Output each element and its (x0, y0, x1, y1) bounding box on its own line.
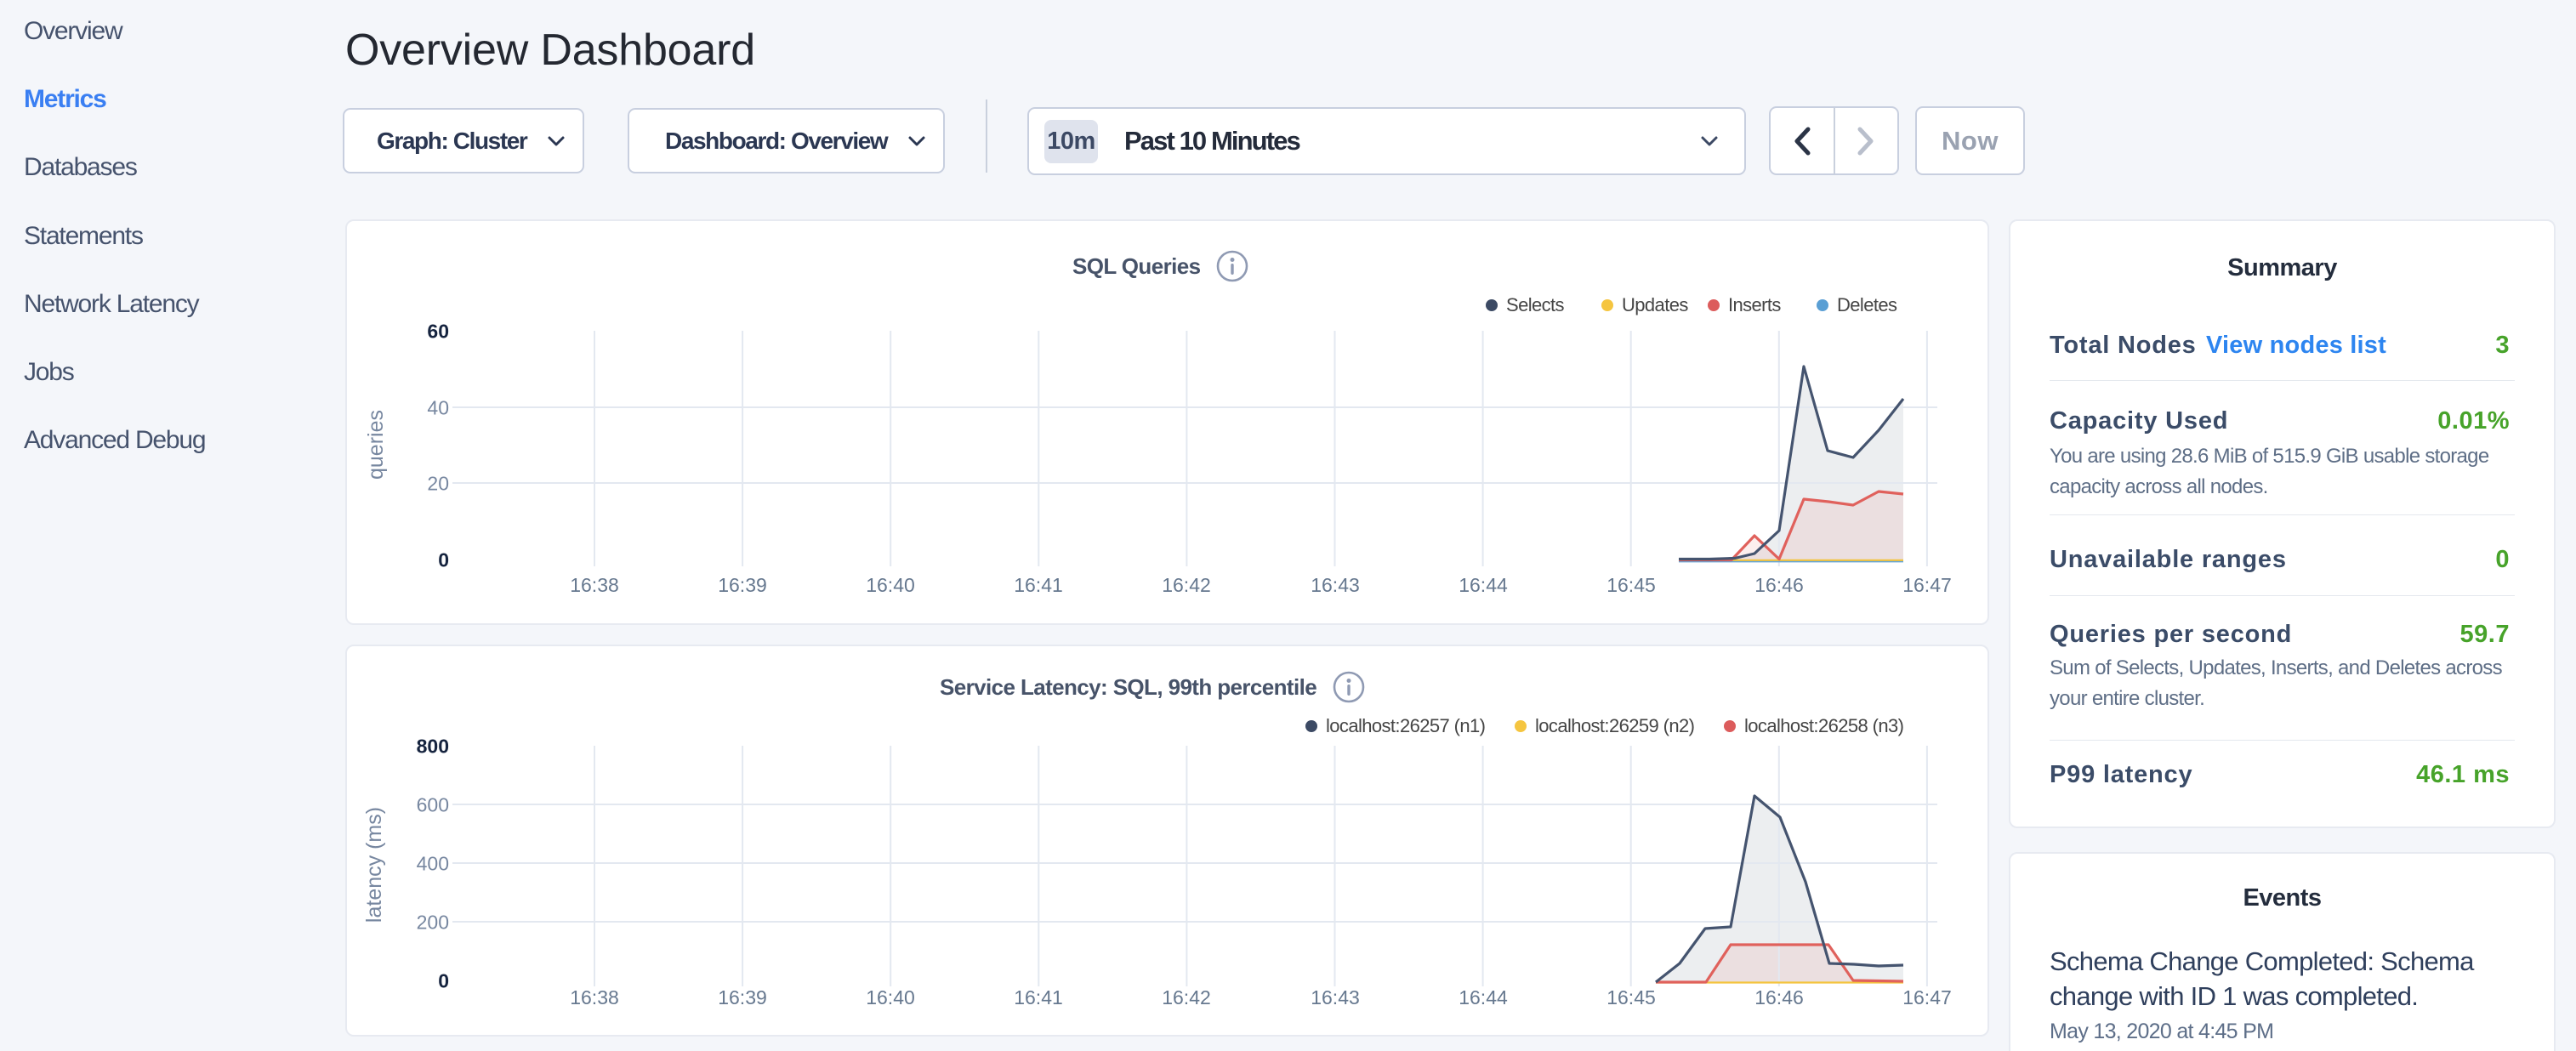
svg-text:16:45: 16:45 (1606, 574, 1656, 596)
svg-text:200: 200 (417, 912, 449, 934)
svg-text:16:42: 16:42 (1162, 986, 1211, 1008)
svg-text:16:46: 16:46 (1754, 574, 1804, 596)
svg-text:0: 0 (438, 970, 449, 992)
svg-text:60: 60 (427, 321, 449, 343)
svg-text:400: 400 (417, 853, 449, 875)
svg-text:queries: queries (364, 410, 388, 480)
svg-text:800: 800 (417, 736, 449, 758)
svg-text:16:44: 16:44 (1459, 986, 1508, 1008)
svg-text:16:44: 16:44 (1459, 574, 1508, 596)
svg-text:16:38: 16:38 (570, 986, 619, 1008)
svg-text:16:45: 16:45 (1606, 986, 1656, 1008)
svg-text:600: 600 (417, 794, 449, 816)
svg-text:16:46: 16:46 (1754, 986, 1804, 1008)
svg-text:16:41: 16:41 (1014, 986, 1063, 1008)
svg-text:40: 40 (427, 397, 449, 419)
svg-text:16:40: 16:40 (866, 986, 915, 1008)
svg-text:16:38: 16:38 (570, 574, 619, 596)
svg-text:16:47: 16:47 (1902, 986, 1952, 1008)
svg-text:16:41: 16:41 (1014, 574, 1063, 596)
svg-text:16:47: 16:47 (1902, 574, 1952, 596)
svg-text:16:43: 16:43 (1311, 986, 1360, 1008)
svg-text:16:39: 16:39 (718, 986, 767, 1008)
svg-text:20: 20 (427, 473, 449, 495)
svg-text:16:43: 16:43 (1311, 574, 1360, 596)
svg-text:latency (ms): latency (ms) (362, 807, 386, 923)
svg-text:16:40: 16:40 (866, 574, 915, 596)
svg-text:0: 0 (438, 549, 449, 571)
svg-text:16:39: 16:39 (718, 574, 767, 596)
svg-text:16:42: 16:42 (1162, 574, 1211, 596)
